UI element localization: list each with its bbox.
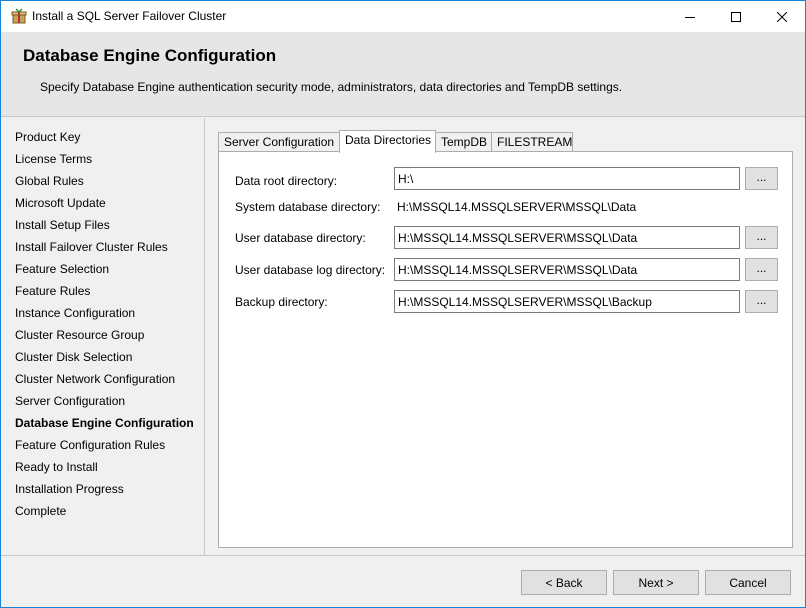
user-db-input[interactable] (394, 226, 740, 249)
user-db-browse-button[interactable]: ... (745, 226, 778, 249)
sidebar-item-global-rules[interactable]: Global Rules (15, 174, 84, 188)
sidebar-item-instance-configuration[interactable]: Instance Configuration (15, 306, 135, 320)
sidebar-item-license-terms[interactable]: License Terms (15, 152, 92, 166)
sidebar-item-complete[interactable]: Complete (15, 504, 66, 518)
data-root-input[interactable] (394, 167, 740, 190)
sidebar-item-feature-rules[interactable]: Feature Rules (15, 284, 90, 298)
sidebar-item-microsoft-update[interactable]: Microsoft Update (15, 196, 106, 210)
back-button[interactable]: < Back (521, 570, 607, 595)
sidebar-item-cluster-network-configuration[interactable]: Cluster Network Configuration (15, 372, 175, 386)
sidebar-item-feature-selection[interactable]: Feature Selection (15, 262, 109, 276)
user-db-log-browse-button[interactable]: ... (745, 258, 778, 281)
sidebar-item-server-configuration[interactable]: Server Configuration (15, 394, 125, 408)
maximize-button[interactable] (713, 1, 759, 32)
minimize-button[interactable] (667, 1, 713, 32)
user-db-label: User database directory: (235, 231, 366, 245)
sidebar-item-install-failover-cluster-rules[interactable]: Install Failover Cluster Rules (15, 240, 168, 254)
installer-box-icon (11, 8, 27, 24)
backup-input[interactable] (394, 290, 740, 313)
sidebar-item-cluster-resource-group[interactable]: Cluster Resource Group (15, 328, 144, 342)
page-description: Specify Database Engine authentication s… (40, 80, 623, 94)
page-header: Database Engine Configuration Specify Da… (1, 32, 805, 117)
tab-tempdb[interactable]: TempDB (435, 132, 492, 152)
close-button[interactable] (759, 1, 805, 32)
page-title: Database Engine Configuration (23, 46, 277, 65)
tab-server-configuration[interactable]: Server Configuration (218, 132, 340, 152)
sidebar-item-database-engine-configuration[interactable]: Database Engine Configuration (15, 416, 194, 430)
sidebar-item-feature-configuration-rules[interactable]: Feature Configuration Rules (15, 438, 165, 452)
title-bar: Install a SQL Server Failover Cluster (1, 1, 805, 32)
sidebar-item-cluster-disk-selection[interactable]: Cluster Disk Selection (15, 350, 132, 364)
data-root-browse-button[interactable]: ... (745, 167, 778, 190)
user-db-log-input[interactable] (394, 258, 740, 281)
tab-data-directories[interactable]: Data Directories (339, 130, 436, 153)
cancel-button[interactable]: Cancel (705, 570, 791, 595)
minimize-icon (685, 16, 695, 18)
installer-window: Install a SQL Server Failover Cluster Da… (0, 0, 806, 608)
user-db-log-label: User database log directory: (235, 263, 386, 277)
backup-browse-button[interactable]: ... (745, 290, 778, 313)
data-root-label: Data root directory: (235, 174, 338, 188)
sidebar-item-install-setup-files[interactable]: Install Setup Files (15, 218, 110, 232)
backup-label: Backup directory: (235, 295, 328, 309)
maximize-icon (731, 11, 741, 22)
system-db-label: System database directory: (235, 200, 381, 214)
main-content: Server Configuration Data Directories Te… (206, 118, 805, 555)
next-button[interactable]: Next > (613, 570, 699, 595)
steps-sidebar: Product Key License Terms Global Rules M… (1, 118, 205, 555)
tab-filestream[interactable]: FILESTREAM (491, 132, 573, 152)
wizard-footer: < Back Next > Cancel (1, 555, 805, 607)
window-title: Install a SQL Server Failover Cluster (32, 9, 227, 23)
data-directories-panel: Data root directory: ... System database… (218, 151, 793, 548)
sidebar-item-product-key[interactable]: Product Key (15, 130, 80, 144)
close-icon (777, 11, 787, 22)
sidebar-item-ready-to-install[interactable]: Ready to Install (15, 460, 98, 474)
system-db-value: H:\MSSQL14.MSSQLSERVER\MSSQL\Data (397, 200, 637, 214)
sidebar-item-installation-progress[interactable]: Installation Progress (15, 482, 124, 496)
